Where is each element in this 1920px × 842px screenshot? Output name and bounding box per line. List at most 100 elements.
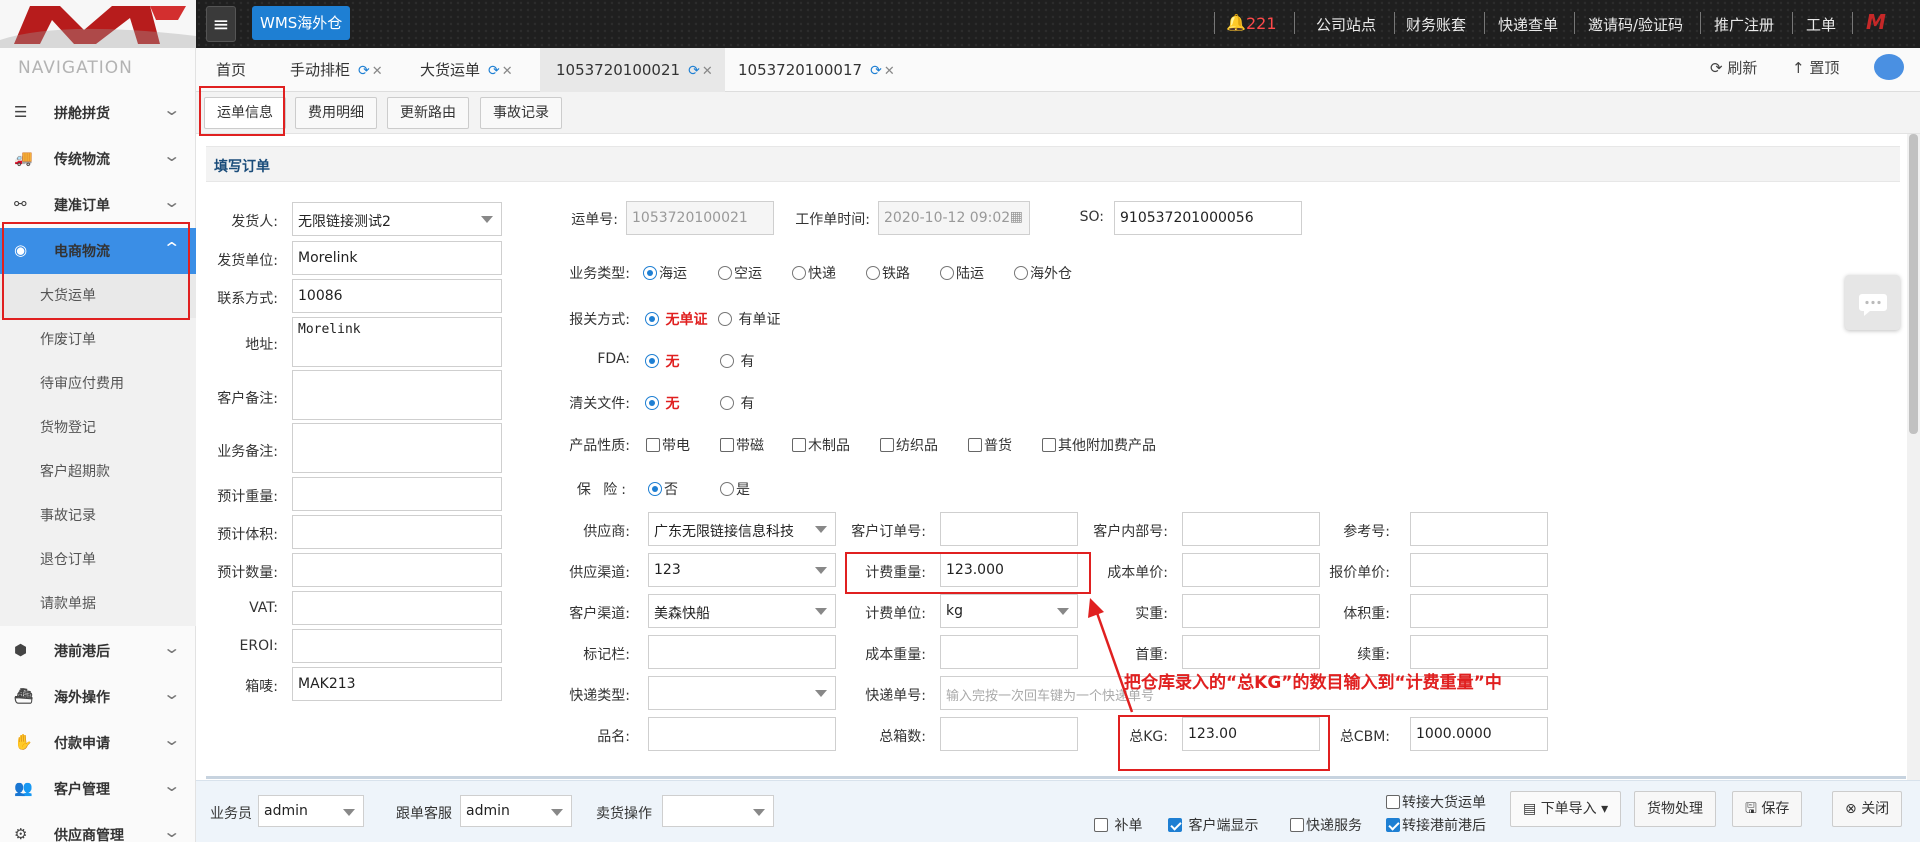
biz-type-overseas-radio[interactable]: 海外仓 <box>1014 263 1072 283</box>
product-textile-checkbox[interactable]: 纺织品 <box>880 435 938 455</box>
customer-internal-input[interactable] <box>1182 512 1320 546</box>
cost-weight-input[interactable] <box>940 635 1078 669</box>
product-general-checkbox[interactable]: 普货 <box>968 435 1012 455</box>
save-button[interactable]: 🖫 保存 <box>1732 791 1803 827</box>
mark-input[interactable]: MAK213 <box>292 667 502 701</box>
total-boxes-input[interactable] <box>940 717 1078 751</box>
cargo-process-button[interactable]: 货物处理 <box>1634 791 1716 827</box>
eori-input[interactable] <box>292 629 502 663</box>
calendar-icon[interactable]: ▦ <box>1010 209 1023 225</box>
sidebar-subitem-payment-requests[interactable]: 请款单据 <box>0 582 196 626</box>
charge-unit-select[interactable]: kg <box>940 594 1078 628</box>
sidebar-subitem-incidents[interactable]: 事故记录 <box>0 494 196 538</box>
biz-type-express-radio[interactable]: 快递 <box>792 263 836 283</box>
product-name-input[interactable] <box>648 717 836 751</box>
company-site-link[interactable]: 公司站点 <box>1316 14 1376 35</box>
user-avatar[interactable]: M <box>1866 10 1886 34</box>
refresh-icon[interactable]: ⟳ <box>870 63 882 79</box>
tab-manual-loading[interactable]: 手动排柜 ⟳ ✕ <box>280 48 393 92</box>
business-note-textarea[interactable] <box>292 423 502 473</box>
client-display-checkbox[interactable]: 客户端显示 <box>1168 815 1258 835</box>
vertical-scrollbar[interactable] <box>1907 134 1920 780</box>
sidebar-subitem-pending-payables[interactable]: 待审应付费用 <box>0 362 196 406</box>
sidebar-item-consolidation[interactable]: ☰ 拼舱拼货 ⌄ <box>0 90 196 136</box>
sidebar-item-customers[interactable]: 👥 客户管理 ⌄ <box>0 766 196 812</box>
contact-input[interactable]: 10086 <box>292 279 502 313</box>
next-weight-input[interactable] <box>1410 635 1548 669</box>
customs-with-doc-radio[interactable]: 有单证 <box>718 309 780 329</box>
customer-note-textarea[interactable] <box>292 370 502 420</box>
biz-type-land-radio[interactable]: 陆运 <box>940 263 984 283</box>
reference-input[interactable] <box>1410 512 1548 546</box>
sidebar-item-port[interactable]: ⬢ 港前港后 ⌄ <box>0 628 196 674</box>
sidebar-item-payment[interactable]: ✋ 付款申请 ⌄ <box>0 720 196 766</box>
biz-type-sea-radio[interactable]: 海运 <box>643 263 687 283</box>
invite-code-link[interactable]: 邀请码/验证码 <box>1588 14 1683 35</box>
worktime-input[interactable]: 2020-10-12 09:02 ▦ <box>878 201 1030 235</box>
shipper-select[interactable]: 无限链接测试2 <box>292 202 502 236</box>
mark-column-input[interactable] <box>648 635 836 669</box>
chat-float-button[interactable] <box>1845 275 1900 330</box>
volume-weight-input[interactable] <box>1410 594 1548 628</box>
salesman-select[interactable]: admin <box>258 795 364 827</box>
tab-bulk-waybill[interactable]: 大货运单 ⟳ ✕ <box>410 48 523 92</box>
sidebar-item-traditional[interactable]: 🚚 传统物流 ⌄ <box>0 136 196 182</box>
express-query-link[interactable]: 快递查单 <box>1498 14 1558 35</box>
menu-toggle-button[interactable]: ≡ <box>206 6 236 42</box>
product-other-checkbox[interactable]: 其他附加费产品 <box>1042 435 1156 455</box>
est-weight-input[interactable] <box>292 477 502 511</box>
import-order-button[interactable]: ▤ 下单导入 ▾ <box>1510 791 1622 827</box>
notification-count[interactable]: 221 <box>1246 14 1277 33</box>
est-qty-input[interactable] <box>292 553 502 587</box>
refresh-icon[interactable]: ⟳ <box>358 63 370 79</box>
est-volume-input[interactable] <box>292 515 502 549</box>
promo-register-link[interactable]: 推广注册 <box>1714 14 1774 35</box>
scroll-top-button[interactable]: ↑ 置顶 <box>1792 57 1839 78</box>
close-icon[interactable]: ✕ <box>372 64 383 79</box>
fda-no-radio[interactable]: 无 <box>645 351 679 371</box>
sidebar-item-overseas[interactable]: ⛴ 海外操作 ⌄ <box>0 674 196 720</box>
biz-type-air-radio[interactable]: 空运 <box>718 263 762 283</box>
actual-weight-input[interactable] <box>1182 594 1320 628</box>
customer-channel-select[interactable]: 美森快船 <box>648 594 836 628</box>
sidebar-subitem-overdue[interactable]: 客户超期款 <box>0 450 196 494</box>
sidebar-subitem-cargo-register[interactable]: 货物登记 <box>0 406 196 450</box>
product-magnetic-checkbox[interactable]: 带磁 <box>720 435 764 455</box>
product-wood-checkbox[interactable]: 木制品 <box>792 435 850 455</box>
supplier-select[interactable]: 广东无限链接信息科技 <box>648 512 836 546</box>
insurance-yes-radio[interactable]: 是 <box>720 479 750 499</box>
close-icon[interactable]: ✕ <box>702 64 713 79</box>
scrollbar-thumb[interactable] <box>1909 134 1918 434</box>
close-icon[interactable]: ✕ <box>884 64 895 79</box>
tab-waybill-017[interactable]: 1053720100017 ⟳ ✕ <box>722 48 907 92</box>
wms-app-button[interactable]: WMS海外仓 <box>252 6 351 40</box>
express-service-checkbox[interactable]: 快递服务 <box>1290 815 1362 835</box>
so-input[interactable]: 910537201000056 <box>1114 201 1302 235</box>
sidebar-subitem-return-orders[interactable]: 退仓订单 <box>0 538 196 582</box>
subtab-incident-records[interactable]: 事故记录 <box>480 97 562 129</box>
work-order-link[interactable]: 工单 <box>1806 14 1836 35</box>
clearance-yes-radio[interactable]: 有 <box>720 393 754 413</box>
insurance-no-radio[interactable]: 否 <box>648 479 678 499</box>
customs-no-doc-radio[interactable]: 无单证 <box>645 309 707 329</box>
refresh-button[interactable]: ⟳ 刷新 <box>1710 57 1757 78</box>
express-type-select[interactable] <box>648 676 836 710</box>
supplement-checkbox[interactable]: 补单 <box>1094 815 1142 835</box>
sidebar-item-suppliers[interactable]: ⚙ 供应商管理 ⌄ <box>0 812 196 842</box>
robot-assistant-icon[interactable] <box>1874 54 1904 80</box>
subtab-update-route[interactable]: 更新路由 <box>387 97 469 129</box>
close-button[interactable]: ⊗ 关闭 <box>1832 791 1903 827</box>
vat-input[interactable] <box>292 591 502 625</box>
cs-select[interactable]: admin <box>460 795 572 827</box>
refresh-icon[interactable]: ⟳ <box>488 63 500 79</box>
seller-select[interactable] <box>662 795 774 827</box>
supplier-channel-select[interactable]: 123 <box>648 553 836 587</box>
total-cbm-input[interactable]: 1000.0000 <box>1410 717 1548 751</box>
clearance-no-radio[interactable]: 无 <box>645 393 679 413</box>
finance-books-link[interactable]: 财务账套 <box>1406 14 1466 35</box>
refresh-icon[interactable]: ⟳ <box>688 63 700 79</box>
fda-yes-radio[interactable]: 有 <box>720 351 754 371</box>
customer-order-input[interactable] <box>940 512 1078 546</box>
subtab-fee-details[interactable]: 费用明细 <box>295 97 377 129</box>
close-icon[interactable]: ✕ <box>502 64 513 79</box>
